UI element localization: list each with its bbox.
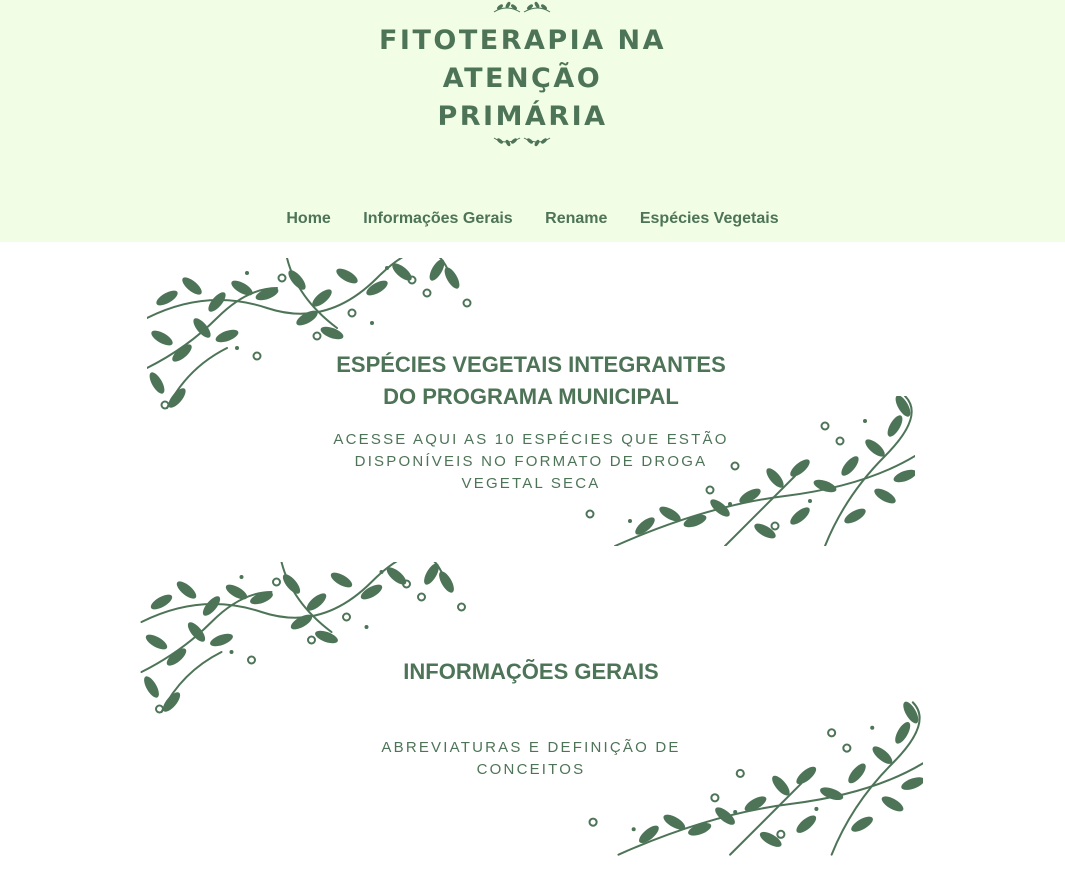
card-subtitle-line: DISPONÍVEIS NO FORMATO DE DROGA <box>354 453 708 470</box>
informacoes-gerais-card[interactable]: INFORMAÇÕES GERAIS ABREVIATURAS E DEFINI… <box>139 562 923 856</box>
card-title: ESPÉCIES VEGETAIS INTEGRANTES DO PROGRAM… <box>147 349 915 413</box>
card-title-line: DO PROGRAMA MUNICIPAL <box>383 384 679 409</box>
leaf-sprig-icon <box>493 1 551 13</box>
logo-line: ATENÇÃO <box>442 63 603 94</box>
card-subtitle: ACESSE AQUI AS 10 ESPÉCIES QUE ESTÃO DIS… <box>147 429 915 495</box>
card-title-line: ESPÉCIES VEGETAIS INTEGRANTES <box>336 352 726 377</box>
card-title: INFORMAÇÕES GERAIS <box>139 656 923 688</box>
main-nav: Home Informações Gerais Rename Espécies … <box>0 210 1065 234</box>
card-subtitle-line: ACESSE AQUI AS 10 ESPÉCIES QUE ESTÃO <box>333 431 729 448</box>
vine-decoration-icon <box>140 562 466 714</box>
site-logo[interactable]: FITOTERAPIA NA ATENÇÃO PRIMÁRIA <box>330 0 715 152</box>
nav-especies-vegetais[interactable]: Espécies Vegetais <box>640 210 779 227</box>
card-subtitle-line: VEGETAL SECA <box>461 475 601 492</box>
logo-line: FITOTERAPIA NA <box>378 25 667 56</box>
nav-rename[interactable]: Rename <box>545 210 607 227</box>
card-title-line: INFORMAÇÕES GERAIS <box>403 659 659 684</box>
card-subtitle: ABREVIATURAS E DEFINIÇÃO DE CONCEITOS <box>139 737 923 781</box>
card-subtitle-line: ABREVIATURAS E DEFINIÇÃO DE <box>381 739 681 756</box>
especies-vegetais-card[interactable]: ESPÉCIES VEGETAIS INTEGRANTES DO PROGRAM… <box>147 258 915 546</box>
site-header: FITOTERAPIA NA ATENÇÃO PRIMÁRIA Home Inf… <box>0 0 1065 242</box>
nav-informacoes-gerais[interactable]: Informações Gerais <box>363 210 512 227</box>
logo-title: FITOTERAPIA NA ATENÇÃO PRIMÁRIA <box>330 22 715 136</box>
card-subtitle-line: CONCEITOS <box>476 761 586 778</box>
nav-home[interactable]: Home <box>286 210 330 227</box>
leaf-sprig-icon <box>493 137 551 147</box>
